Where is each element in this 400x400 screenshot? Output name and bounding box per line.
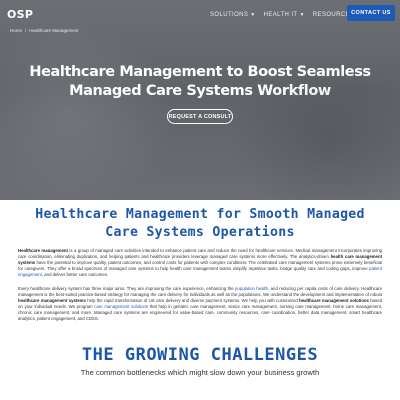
paragraph-text: , and deliver better care outcomes. — [41, 271, 109, 277]
breadcrumb-current: Healthcare Management — [29, 28, 79, 33]
page-title: Healthcare Management to Boost Seamless … — [0, 63, 400, 101]
contact-us-button[interactable]: CONTACT US — [347, 5, 395, 21]
paragraph-text: Every healthcare delivery system has thr… — [18, 286, 236, 291]
hero-banner: OSP SOLUTIONS ▼ HEALTH IT ▼ RESOURCES ▼ … — [0, 0, 400, 200]
bold-text: healthcare management solutions — [299, 297, 369, 303]
main-nav: SOLUTIONS ▼ HEALTH IT ▼ RESOURCES ▼ — [210, 12, 362, 18]
growing-challenges-subtitle: The common bottlenecks which might slow … — [80, 368, 320, 377]
section-heading: Healthcare Management for Smooth Managed… — [0, 206, 400, 242]
delivery-paragraph: Every healthcare delivery system has thr… — [18, 286, 382, 321]
intro-paragraph: Healthcare management is a group of mana… — [18, 248, 382, 278]
page-title-line1: Healthcare Management to Boost Seamless — [29, 64, 371, 80]
page-title-line2: Managed Care Systems Workflow — [69, 83, 331, 99]
growing-challenges-heading: THE GROWING CHALLENGES — [81, 345, 319, 365]
site-logo[interactable]: OSP — [7, 8, 33, 21]
paragraph-text: have the potential to improve quality, p… — [18, 259, 382, 271]
paragraph-text: is a group of managed care activities in… — [18, 248, 382, 259]
nav-label: HEALTH IT — [263, 12, 298, 18]
inline-link[interactable]: population health — [235, 286, 268, 291]
inline-link[interactable]: care management solutions — [94, 304, 148, 309]
bold-text: Healthcare management — [18, 248, 68, 253]
bold-text: healthcare management systems — [18, 297, 86, 303]
nav-solutions[interactable]: SOLUTIONS ▼ — [210, 12, 256, 18]
section-heading-line1: Healthcare Management for Smooth Managed — [35, 207, 365, 222]
breadcrumb-home[interactable]: Home — [10, 28, 22, 33]
breadcrumb-separator: / — [25, 28, 27, 33]
chevron-down-icon: ▼ — [250, 12, 256, 18]
section-heading-line2: Care Systems Operations — [105, 225, 295, 240]
request-consult-button[interactable]: REQUEST A CONSULT — [167, 109, 233, 124]
chevron-down-icon: ▼ — [299, 12, 305, 18]
nav-health-it[interactable]: HEALTH IT ▼ — [264, 12, 305, 18]
nav-label: SOLUTIONS — [210, 12, 249, 18]
breadcrumb: Home / Healthcare Management — [10, 28, 79, 33]
paragraph-text: help the rapid transformation of US care… — [85, 297, 300, 303]
